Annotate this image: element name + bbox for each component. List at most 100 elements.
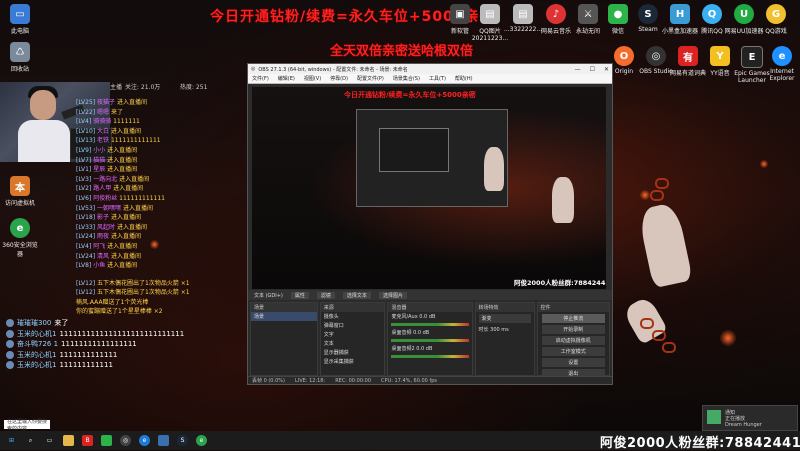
- app-icon[interactable]: B: [82, 435, 93, 446]
- 360-browser-icon[interactable]: e: [196, 435, 207, 446]
- studio-mode-button[interactable]: 工作室模式: [541, 347, 605, 356]
- menu-tools[interactable]: 工具(T): [429, 75, 446, 82]
- close-icon[interactable]: ✕: [604, 66, 609, 73]
- source-item[interactable]: 弹幕窗口: [321, 321, 385, 330]
- obs-status-bar: 丢帧 0 (0.0%) LIVE: 12:18: REC: 00:00:00 C…: [248, 376, 612, 384]
- edge-icon[interactable]: e: [139, 435, 150, 446]
- source-item[interactable]: 显示器捕获: [321, 348, 385, 357]
- nested-obs-preview-inner: [379, 128, 449, 172]
- wechat-icon[interactable]: [101, 435, 112, 446]
- volume-meter[interactable]: [391, 323, 469, 326]
- list-item: 玉米的心机1 111111111111: [6, 360, 246, 371]
- desktop-icon-this-pc[interactable]: ▭ 此电脑: [0, 4, 40, 35]
- obs-window[interactable]: ◎ OBS 27.1.3 (64-bit, windows) - 配置文件: 未…: [247, 63, 613, 385]
- scene-item[interactable]: 场景: [251, 312, 317, 321]
- desktop-icon-label: 永劫无间: [575, 28, 600, 35]
- list-item: [LV3] 一路向北 进入直播间: [76, 175, 150, 183]
- source-item[interactable]: 文字: [321, 330, 385, 339]
- controls-header: 控件: [537, 303, 609, 312]
- start-recording-button[interactable]: 开始录制: [541, 325, 605, 334]
- hand-image: [552, 177, 574, 223]
- transitions-header: 转场特效: [475, 303, 534, 312]
- select-image-button[interactable]: 选择图片: [378, 291, 407, 299]
- filters-button[interactable]: 滤镜: [316, 291, 335, 299]
- stats-left: 主播: [110, 84, 123, 91]
- heybox-icon: H: [670, 4, 690, 24]
- desktop-icon-label: YY语音: [710, 70, 730, 77]
- gift-item: 楠风.AAA赠送了1个荧光棒: [76, 298, 149, 306]
- menu-help[interactable]: 帮助(H): [455, 75, 473, 82]
- vm-icon: 本: [10, 176, 30, 196]
- transition-select[interactable]: 渐变: [478, 314, 531, 323]
- list-item: [LV2] 路人甲 进入直播间: [76, 185, 144, 193]
- volume-meter[interactable]: [391, 355, 469, 358]
- search-input[interactable]: 在这里输入你要搜索的内容: [4, 419, 50, 432]
- menu-profile[interactable]: 配置文件(P): [357, 75, 384, 82]
- folder-icon[interactable]: [63, 435, 74, 446]
- qq-game-icon: G: [766, 4, 786, 24]
- obs-preview[interactable]: 今日开通钻粉/续费=永久车位+5000亲密 阿俊2000人粉丝群:7884244…: [252, 87, 606, 289]
- avatar: [6, 329, 14, 338]
- obs-icon[interactable]: ◎: [120, 435, 131, 446]
- stop-streaming-button[interactable]: 停止推流: [541, 314, 605, 323]
- desktop-icon-label: 腾讯QQ: [701, 28, 723, 35]
- properties-button[interactable]: 属性: [290, 291, 309, 299]
- list-item: [LV25] 夜猫子 进入直播间: [76, 99, 147, 106]
- cpu-fps: CPU: 17.4%, 60.00 fps: [381, 377, 437, 384]
- controls-dock: 控件 停止推流 开始录制 启动虚拟摄像机 工作室模式 设置 退出: [536, 302, 610, 378]
- desktop-icon-qq-game[interactable]: G QQ游戏: [756, 4, 796, 35]
- store-icon[interactable]: [158, 435, 169, 446]
- desktop-icon-label: Origin: [614, 68, 634, 75]
- task-view-icon[interactable]: ▭: [44, 435, 55, 446]
- mixer-dock: 混音器 麦克风/Aux 0.0 dB 桌面音频 0.0 dB 桌面音频2 0.0…: [387, 302, 473, 376]
- volume-meter[interactable]: [391, 339, 469, 342]
- preview-fans-group: 阿俊2000人粉丝群:788424410: [514, 279, 606, 287]
- computer-icon: ▭: [10, 4, 30, 24]
- transitions-dock: 转场特效 渐变 时长 300 ms: [474, 302, 535, 376]
- desktop-icon-recycle-bin[interactable]: ♺ 回收站: [0, 42, 40, 73]
- mixer-channel-name: 桌面音频2 0.0 dB: [391, 346, 433, 352]
- source-item[interactable]: 显示采集捕获: [321, 357, 385, 366]
- select-text-button[interactable]: 选择文本: [342, 291, 371, 299]
- list-item: [LV22] 嗯嗯 来了: [76, 108, 123, 116]
- desktop-icon-vm[interactable]: 本 访问虚拟机: [0, 176, 40, 207]
- list-item: [LV18] 影子 进入直播间: [76, 214, 141, 222]
- yy-icon: Y: [710, 46, 730, 66]
- settings-button[interactable]: 设置: [541, 358, 605, 367]
- menu-file[interactable]: 文件(F): [252, 75, 269, 82]
- desktop-icon-ie[interactable]: e Internet Explorer: [762, 46, 800, 82]
- scenes-header: 场景: [251, 303, 317, 312]
- media-notification[interactable]: 通知 正在播放 Dream Hunger: [702, 405, 798, 431]
- menu-view[interactable]: 视图(V): [304, 75, 321, 82]
- menu-edit[interactable]: 编辑(E): [278, 75, 295, 82]
- rec-time: REC: 00:00:00: [335, 377, 372, 384]
- album-art-icon: [707, 410, 721, 424]
- ember: [640, 190, 650, 200]
- desktop-icon-360-browser[interactable]: e 360安全浏览器: [0, 218, 40, 258]
- obs-title-bar[interactable]: ◎ OBS 27.1.3 (64-bit, windows) - 配置文件: 未…: [248, 64, 612, 74]
- chain-image: [650, 190, 664, 201]
- obs-docks: 场景 场景 来源 摄像头 弹幕窗口 文字 文本 显示器捕获 显示采集捕获 混音器…: [248, 302, 612, 378]
- uu-icon: U: [734, 4, 754, 24]
- source-item[interactable]: 摄像头: [321, 312, 385, 321]
- menu-docks[interactable]: 停靠(D): [330, 75, 348, 82]
- scenes-dock: 场景 场景: [250, 302, 318, 376]
- main-chat-list: 璀璀璀300 来了 玉米的心机1 1111111111111111111111111…: [6, 318, 246, 371]
- stats-heat: 热度: 251: [180, 84, 208, 91]
- game-icon: ⚔: [578, 4, 598, 24]
- menu-scene-collection[interactable]: 场景集合(S): [393, 75, 420, 82]
- list-item: 玉米的心机1 1111111111111111111111111111: [6, 329, 246, 340]
- windows-start-icon[interactable]: ⊞: [6, 435, 17, 446]
- virtual-camera-button[interactable]: 启动虚拟摄像机: [541, 336, 605, 345]
- epic-icon: E: [741, 46, 763, 68]
- minimize-icon[interactable]: —: [575, 66, 581, 73]
- source-item[interactable]: 文本: [321, 339, 385, 348]
- danmaku-list: [LV25] 夜猫子 进入直播间 [LV22] 嗯嗯 来了 [LV4] 骑骑骑 …: [76, 98, 246, 317]
- 360-browser-icon: e: [10, 218, 30, 238]
- duration-input[interactable]: 300 ms: [490, 327, 509, 333]
- selected-source-label: 文本 (GDI+): [254, 292, 283, 299]
- search-icon[interactable]: ⌕: [25, 435, 36, 446]
- maximize-icon[interactable]: ☐: [590, 66, 595, 73]
- desktop-icon-label: 360安全浏览器: [2, 242, 38, 258]
- steam-icon[interactable]: S: [177, 435, 188, 446]
